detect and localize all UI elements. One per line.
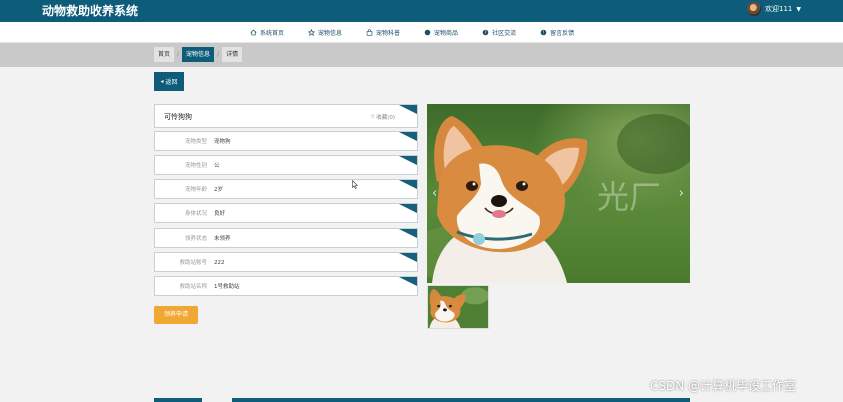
carousel-prev-icon[interactable]: ‹ <box>432 186 437 201</box>
nav-item-pet-goods[interactable]: 宠物商品 <box>424 28 458 37</box>
home-icon <box>250 29 257 36</box>
back-arrow-icon: ◂ <box>160 78 164 85</box>
field-value: 宠物狗 <box>214 139 231 145</box>
app-title: 动物救助收养系统 <box>42 4 139 18</box>
user-greeting[interactable]: 欢迎111 <box>765 4 792 14</box>
nav-label: 宠物商品 <box>434 30 459 37</box>
bag-icon <box>366 29 373 36</box>
breadcrumb-home[interactable]: 首页 <box>154 47 175 62</box>
nav-label: 宠物科普 <box>376 30 401 37</box>
field-value: 1号救助站 <box>214 284 240 290</box>
field-adoption-status: 领养状态 未领养 <box>154 228 418 248</box>
pet-photo-carousel[interactable]: 光厂 ‹ › <box>427 104 690 283</box>
nav-label: 系统首页 <box>260 30 285 37</box>
pet-name: 可怜狗狗 <box>164 113 192 121</box>
star-outline-icon: ☆ <box>370 114 376 120</box>
user-menu[interactable]: 欢迎111 ▼ <box>747 2 801 16</box>
field-label: 救助站账号 <box>179 260 207 266</box>
avatar[interactable] <box>747 2 761 16</box>
help-icon: ? <box>482 29 489 36</box>
chevron-down-icon[interactable]: ▼ <box>796 6 801 13</box>
pet-photo-thumbnail[interactable] <box>427 285 489 329</box>
star-icon <box>308 29 316 36</box>
field-label: 救助站名称 <box>179 284 207 290</box>
field-station-account: 救助站账号 222 <box>154 252 418 272</box>
nav-item-feedback[interactable]: ! 留言反馈 <box>540 28 574 37</box>
carousel-next-icon[interactable]: › <box>679 186 684 201</box>
field-pet-type: 宠物类型 宠物狗 <box>154 131 418 151</box>
breadcrumb-current: 详情 <box>222 47 243 62</box>
field-label: 身体状况 <box>184 211 207 217</box>
top-bar: 动物救助收养系统 欢迎111 ▼ <box>0 0 843 22</box>
field-pet-age: 宠物年龄 2岁 <box>154 179 418 199</box>
pet-name-panel: 可怜狗狗 ☆ 收藏(0) <box>154 104 418 128</box>
field-label: 领养状态 <box>184 236 207 242</box>
mouse-cursor-icon <box>352 180 358 189</box>
circle-icon <box>424 29 431 36</box>
breadcrumb: 首页 / 宠物信息 / 详情 <box>154 47 243 62</box>
nav-label: 宠物信息 <box>318 30 343 37</box>
field-label: 宠物性别 <box>184 163 207 169</box>
main-nav: 系统首页 宠物信息 宠物科普 宠物商品 ? 社区交流 ! 留言反馈 <box>0 22 843 43</box>
back-button[interactable]: ◂ 返回 <box>154 72 184 91</box>
field-value: 公 <box>214 163 220 169</box>
field-pet-gender: 宠物性别 公 <box>154 155 418 175</box>
corgi-photo: 光厂 <box>427 104 690 283</box>
bottom-tab-bar <box>154 398 202 402</box>
nav-label: 留言反馈 <box>550 30 575 37</box>
nav-item-pet-info[interactable]: 宠物信息 <box>308 28 342 37</box>
breadcrumb-separator: / <box>177 51 180 58</box>
adopt-apply-button[interactable]: 领养申请 <box>154 306 198 324</box>
nav-item-home[interactable]: 系统首页 <box>250 28 284 37</box>
breadcrumb-section[interactable]: 宠物信息 <box>182 47 215 62</box>
svg-text:?: ? <box>484 30 486 35</box>
watermark: CSDN @计算机毕设工作室 <box>650 379 797 393</box>
nav-label: 社区交流 <box>492 30 517 37</box>
field-label: 宠物类型 <box>184 139 207 145</box>
field-value: 未领养 <box>214 236 231 242</box>
corgi-thumbnail <box>428 286 488 328</box>
field-label: 宠物年龄 <box>184 187 207 193</box>
breadcrumb-band: 首页 / 宠物信息 / 详情 <box>0 43 843 67</box>
bottom-tab-bar <box>232 398 690 402</box>
carousel-overlay-text: 光厂 <box>597 178 661 216</box>
field-station-name: 救助站名称 1号救助站 <box>154 276 418 296</box>
favorite-label: 收藏(0) <box>376 115 395 121</box>
info-icon: ! <box>540 29 547 36</box>
field-health: 身体状况 良好 <box>154 203 418 223</box>
field-value: 2岁 <box>214 187 223 193</box>
field-value: 良好 <box>214 211 226 217</box>
field-value: 222 <box>214 260 225 266</box>
favorite-button[interactable]: ☆ 收藏(0) <box>370 113 395 121</box>
nav-item-pet-science[interactable]: 宠物科普 <box>366 28 400 37</box>
nav-item-community[interactable]: ? 社区交流 <box>482 28 516 37</box>
back-button-label: 返回 <box>165 79 178 86</box>
breadcrumb-separator: / <box>217 51 220 58</box>
